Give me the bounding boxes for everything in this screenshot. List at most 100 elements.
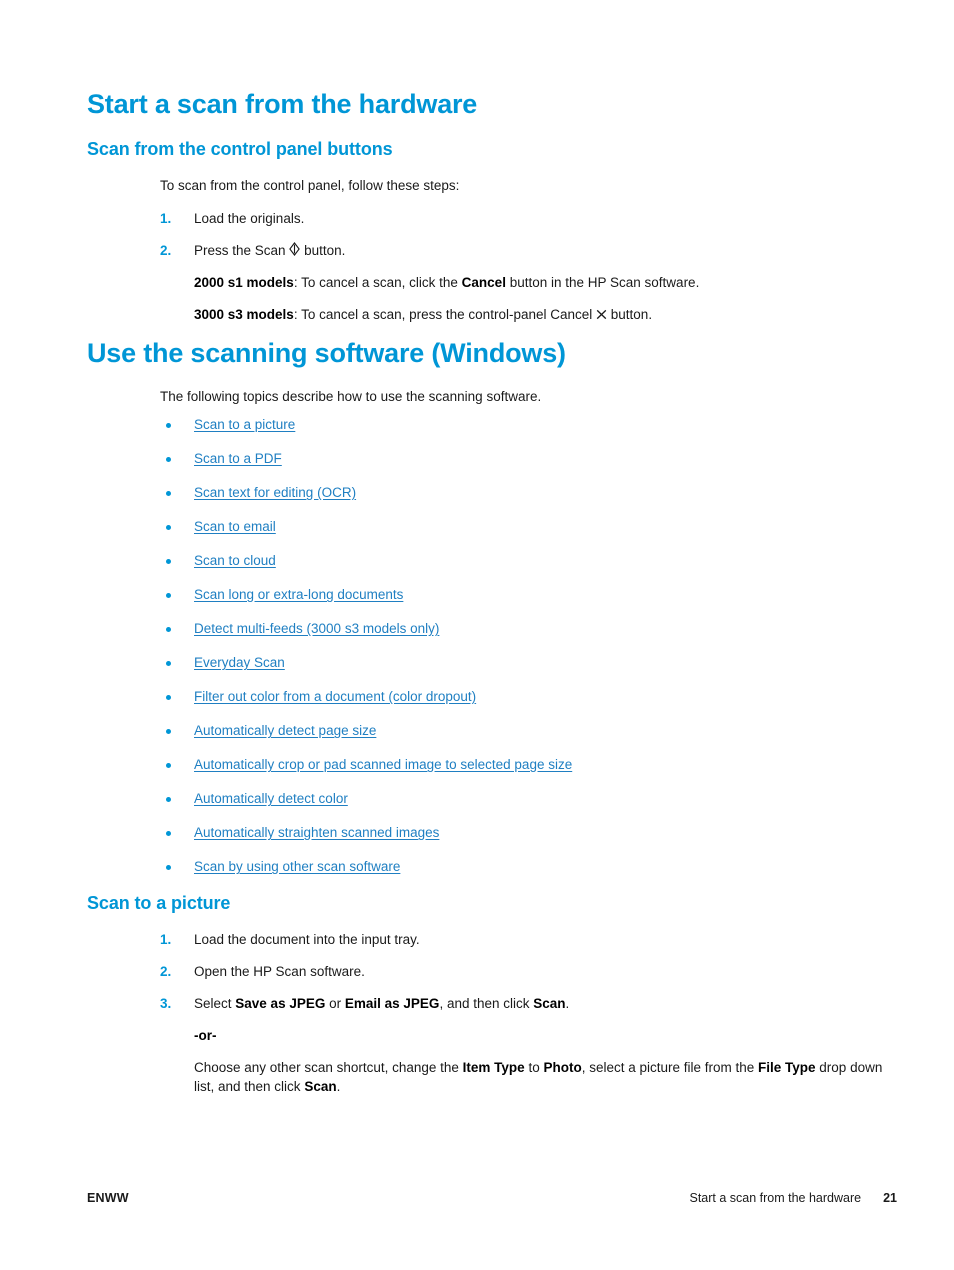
cancel-x-icon	[596, 309, 607, 320]
link-automatically-straighten[interactable]: Automatically straighten scanned images	[194, 825, 439, 840]
bullet-icon	[166, 797, 171, 802]
intro-paragraph-scanning-software: The following topics describe how to use…	[160, 389, 542, 404]
model-label-3000: 3000 s3 models	[194, 307, 294, 322]
scan-button-label: Scan	[533, 996, 566, 1011]
file-type-label: File Type	[758, 1060, 816, 1075]
list-item: 3. Select Save as JPEG or Email as JPEG,…	[160, 994, 887, 1096]
step3-part-c: or	[325, 996, 345, 1011]
bullet-icon	[166, 831, 171, 836]
list-item: Scan to cloud	[160, 552, 887, 570]
control-panel-steps-list: 1. Load the originals. 2. Press the Scan…	[87, 209, 887, 324]
heading-scan-to-a-picture: Scan to a picture	[87, 893, 231, 913]
step3-part-e: .	[565, 996, 570, 1011]
list-item: Scan to a PDF	[160, 450, 887, 468]
link-scan-to-a-picture[interactable]: Scan to a picture	[194, 417, 295, 432]
save-as-jpeg-label: Save as JPEG	[235, 996, 326, 1011]
list-item: 2. Open the HP Scan software.	[160, 962, 887, 981]
list-item: 1. Load the originals.	[160, 209, 887, 228]
footer-page-number: 21	[883, 1191, 897, 1205]
final-part-d: , select a picture file from the	[581, 1060, 759, 1075]
bullet-icon	[166, 661, 171, 666]
final-part-c: to	[524, 1060, 544, 1075]
scan-button-label: Scan	[304, 1079, 337, 1094]
photo-label: Photo	[543, 1060, 582, 1075]
link-everyday-scan[interactable]: Everyday Scan	[194, 655, 285, 670]
list-item: Automatically detect page size	[160, 722, 887, 740]
alternate-instructions: Choose any other scan shortcut, change t…	[194, 1058, 887, 1096]
note-text-tail: button in the HP Scan software.	[505, 275, 700, 290]
note-text-tail: button.	[610, 307, 653, 322]
step-text: Load the originals.	[194, 211, 305, 226]
heading-use-the-scanning-software: Use the scanning software (Windows)	[87, 338, 566, 368]
bullet-icon	[166, 763, 171, 768]
scan-to-picture-steps-list: 1. Load the document into the input tray…	[87, 930, 887, 1096]
link-detect-multi-feeds[interactable]: Detect multi-feeds (3000 s3 models only)	[194, 621, 439, 636]
step3-part-d: , and then click	[439, 996, 534, 1011]
page-footer: ENWW Start a scan from the hardware 21	[87, 1191, 897, 1205]
step-number: 2.	[160, 964, 172, 979]
model-label-2000: 2000 s1 models	[194, 275, 294, 290]
footer-right-group: Start a scan from the hardware 21	[689, 1191, 897, 1205]
note-text: : To cancel a scan, press the control-pa…	[293, 307, 593, 322]
footer-section-title: Start a scan from the hardware	[689, 1191, 862, 1205]
scanning-topics-link-list: Scan to a picture Scan to a PDF Scan tex…	[87, 416, 887, 876]
heading-start-a-scan-from-the-hardware: Start a scan from the hardware	[87, 89, 478, 119]
scan-diamond-icon	[289, 242, 301, 256]
bullet-icon	[166, 593, 171, 598]
or-label: -or-	[194, 1028, 217, 1043]
link-scan-to-cloud[interactable]: Scan to cloud	[194, 553, 276, 568]
step3-part-a: Select	[194, 996, 236, 1011]
bullet-icon	[166, 423, 171, 428]
step-text-suffix: button.	[304, 243, 346, 258]
link-automatically-detect-page-size[interactable]: Automatically detect page size	[194, 723, 376, 738]
bullet-icon	[166, 525, 171, 530]
bullet-icon	[166, 627, 171, 632]
note-3000-s3-models: 3000 s3 models: To cancel a scan, press …	[194, 305, 887, 324]
link-scan-to-a-pdf[interactable]: Scan to a PDF	[194, 451, 282, 466]
bullet-icon	[166, 457, 171, 462]
footer-locale-code: ENWW	[87, 1191, 129, 1205]
step-number: 1.	[160, 932, 172, 947]
final-part-a: Choose any other scan shortcut, change t…	[194, 1060, 463, 1075]
document-page: Start a scan from the hardware Scan from…	[0, 0, 954, 1270]
bullet-icon	[166, 491, 171, 496]
step-text: Load the document into the input tray.	[194, 932, 420, 947]
link-automatically-detect-color[interactable]: Automatically detect color	[194, 791, 348, 806]
item-type-label: Item Type	[462, 1060, 525, 1075]
final-part-f: .	[336, 1079, 341, 1094]
bullet-icon	[166, 559, 171, 564]
intro-paragraph-control-panel: To scan from the control panel, follow t…	[160, 178, 460, 193]
link-scan-by-using-other-software[interactable]: Scan by using other scan software	[194, 859, 400, 874]
cancel-bold-label: Cancel	[461, 275, 506, 290]
list-item: Scan to a picture	[160, 416, 887, 434]
link-scan-to-email[interactable]: Scan to email	[194, 519, 276, 534]
list-item: Scan text for editing (OCR)	[160, 484, 887, 502]
list-item: Automatically detect color	[160, 790, 887, 808]
page-content: Start a scan from the hardware Scan from…	[87, 88, 887, 1109]
list-item: Automatically crop or pad scanned image …	[160, 756, 887, 774]
step-text: Select Save as JPEG or Email as JPEG, an…	[194, 996, 569, 1011]
bullet-icon	[166, 695, 171, 700]
step-text: Press the Scan	[194, 243, 286, 258]
list-item: Scan long or extra-long documents	[160, 586, 887, 604]
list-item: 1. Load the document into the input tray…	[160, 930, 887, 949]
note-text: : To cancel a scan, click the	[293, 275, 462, 290]
list-item: Scan by using other scan software	[160, 858, 887, 876]
list-item: Scan to email	[160, 518, 887, 536]
link-automatically-crop-or-pad[interactable]: Automatically crop or pad scanned image …	[194, 757, 572, 772]
link-scan-text-for-editing-ocr[interactable]: Scan text for editing (OCR)	[194, 485, 356, 500]
step-number: 2.	[160, 243, 172, 258]
list-item: Everyday Scan	[160, 654, 887, 672]
or-separator: -or-	[194, 1026, 887, 1045]
bullet-icon	[166, 865, 171, 870]
heading-scan-from-the-control-panel-buttons: Scan from the control panel buttons	[87, 139, 393, 159]
list-item: 2. Press the Scan button. 2000 s1 models…	[160, 241, 887, 324]
step-number: 1.	[160, 211, 172, 226]
link-filter-out-color[interactable]: Filter out color from a document (color …	[194, 689, 476, 704]
list-item: Filter out color from a document (color …	[160, 688, 887, 706]
list-item: Detect multi-feeds (3000 s3 models only)	[160, 620, 887, 638]
link-scan-long-documents[interactable]: Scan long or extra-long documents	[194, 587, 403, 602]
step-number: 3.	[160, 996, 172, 1011]
note-2000-s1-models: 2000 s1 models: To cancel a scan, click …	[194, 273, 887, 292]
step-text: Open the HP Scan software.	[194, 964, 365, 979]
